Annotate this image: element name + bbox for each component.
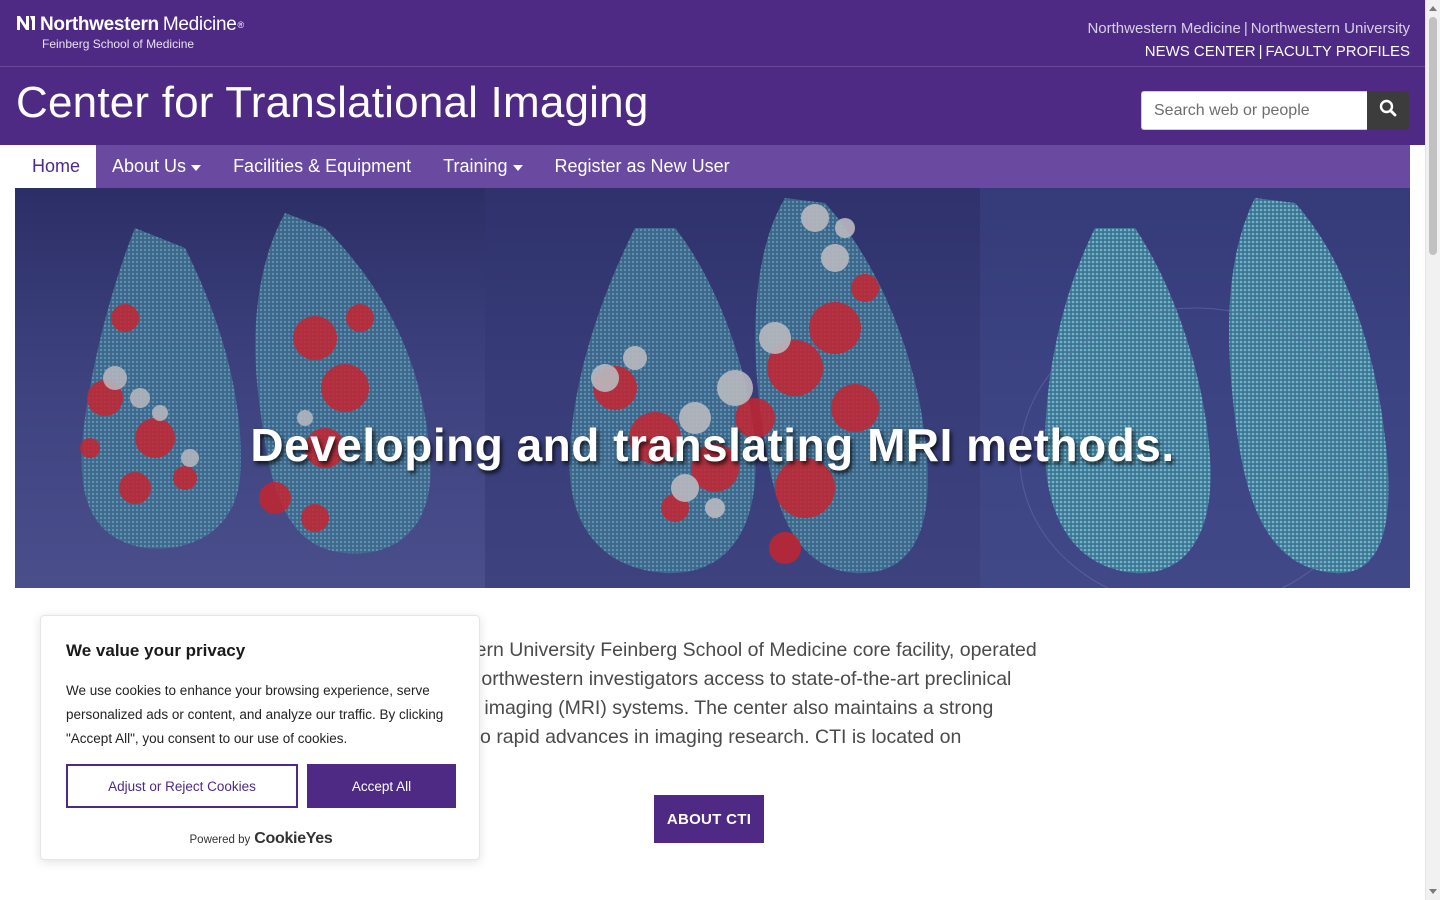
nav-register[interactable]: Register as New User <box>539 145 746 188</box>
nav-facilities-label: Facilities & Equipment <box>233 156 412 176</box>
accept-all-button[interactable]: Accept All <box>307 764 456 808</box>
caret-down-icon <box>512 164 523 171</box>
powered-by: Powered by CookieYes <box>41 830 481 848</box>
link-northwestern-university[interactable]: Northwestern University <box>1251 20 1410 37</box>
about-cti-button[interactable]: ABOUT CTI <box>654 795 764 843</box>
nav-training-label: Training <box>443 156 508 176</box>
nm-logo-icon <box>16 14 36 36</box>
hero-banner: Developing and translating MRI methods. <box>15 188 1410 588</box>
search-form <box>1141 91 1409 130</box>
cookieyes-logo[interactable]: CookieYes <box>254 830 333 847</box>
title-band: Center for Translational Imaging <box>0 67 1425 145</box>
main-nav: Home About Us Facilities & Equipment Tra… <box>16 145 1410 188</box>
cookie-title: We value your privacy <box>66 641 246 660</box>
hero-lung-mri-image <box>15 188 1410 588</box>
nav-training[interactable]: Training <box>427 145 538 188</box>
nav-about-us-label: About Us <box>112 156 187 176</box>
search-input[interactable] <box>1141 91 1367 130</box>
logo-subtitle: Feinberg School of Medicine <box>42 37 195 51</box>
search-button[interactable] <box>1367 91 1409 130</box>
page-scrollbar[interactable] <box>1425 0 1440 900</box>
utility-links: Northwestern Medicine | Northwestern Unive… <box>1087 17 1410 63</box>
logo-brand-light: Medicine <box>162 14 237 35</box>
scroll-down-icon[interactable] <box>1429 889 1437 894</box>
link-northwestern-medicine[interactable]: Northwestern Medicine <box>1087 20 1240 37</box>
cookie-buttons: Adjust or Reject Cookies Accept All <box>66 764 456 808</box>
registered-mark-icon: ® <box>237 20 245 30</box>
nav-home[interactable]: Home <box>16 145 97 188</box>
link-separator: | <box>1258 43 1263 60</box>
powered-by-label: Powered by <box>189 834 251 846</box>
nav-home-label: Home <box>32 156 81 176</box>
link-faculty-profiles[interactable]: FACULTY PROFILES <box>1266 43 1411 60</box>
link-news-center[interactable]: NEWS CENTER <box>1145 43 1256 60</box>
scrollbar-thumb[interactable] <box>1429 17 1437 255</box>
cookie-message: We use cookies to enhance your browsing … <box>66 683 444 746</box>
caret-down-icon <box>191 164 202 171</box>
nav-register-label: Register as New User <box>554 156 730 176</box>
northwestern-medicine-logo[interactable]: Northwestern Medicine ® Feinberg School o… <box>16 14 244 51</box>
site-title[interactable]: Center for Translational Imaging <box>16 77 649 129</box>
nav-facilities-equipment[interactable]: Facilities & Equipment <box>217 145 427 188</box>
page: Northwestern Medicine ® Feinberg School o… <box>0 0 1425 900</box>
search-icon <box>1379 99 1397 122</box>
logo-brand-bold: Northwestern <box>40 14 159 35</box>
link-separator: | <box>1243 20 1248 37</box>
top-bar: Northwestern Medicine ® Feinberg School o… <box>0 0 1425 67</box>
nav-about-us[interactable]: About Us <box>96 145 217 188</box>
hero-caption: Developing and translating MRI methods. <box>250 419 1175 471</box>
adjust-reject-cookies-button[interactable]: Adjust or Reject Cookies <box>66 764 298 808</box>
scroll-up-icon[interactable] <box>1429 6 1437 11</box>
cookie-consent-banner: We value your privacy We use cookies to … <box>40 615 480 860</box>
